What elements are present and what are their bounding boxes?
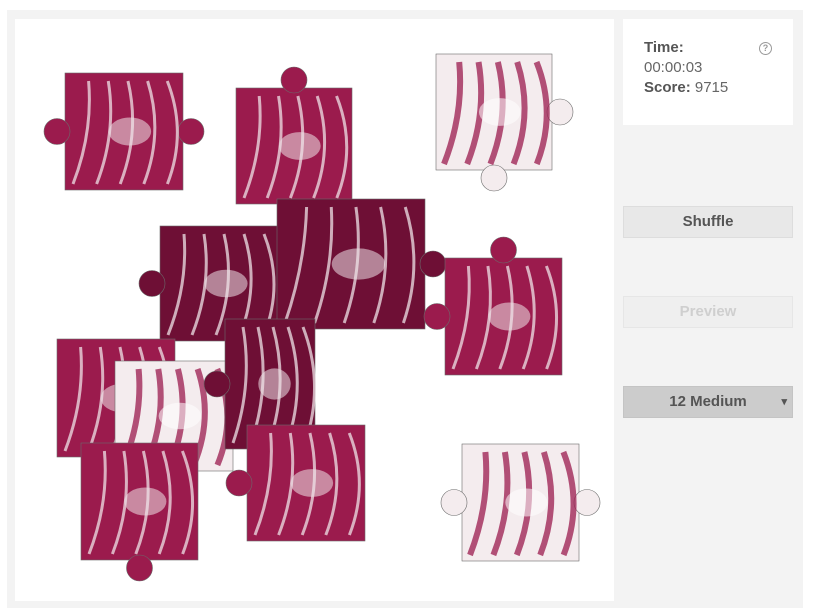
help-icon[interactable]: ? (759, 42, 772, 55)
puzzle-piece[interactable] (423, 236, 563, 376)
difficulty-select[interactable]: 12 Medium ▾ (623, 386, 793, 418)
time-label: Time: (644, 39, 684, 56)
shuffle-button[interactable]: Shuffle (623, 206, 793, 238)
puzzle-piece[interactable] (80, 442, 199, 582)
score-value: 9715 (694, 79, 729, 96)
puzzle-piece[interactable] (225, 424, 366, 542)
puzzle-piece[interactable] (440, 443, 601, 562)
time-value: 00:00:03 (644, 59, 703, 76)
puzzle-piece[interactable] (435, 53, 574, 192)
info-panel: Time: 00:00:03 Score: 9715 ? (623, 19, 793, 125)
difficulty-label: 12 Medium (669, 393, 747, 410)
puzzle-board[interactable] (15, 19, 614, 601)
puzzle-pieces-layer[interactable] (15, 19, 614, 601)
chevron-down-icon: ▾ (781, 396, 787, 408)
score-label: Score: (644, 79, 691, 96)
puzzle-piece[interactable] (43, 72, 205, 191)
preview-button[interactable]: Preview (623, 296, 793, 328)
puzzle-piece[interactable] (276, 198, 447, 330)
